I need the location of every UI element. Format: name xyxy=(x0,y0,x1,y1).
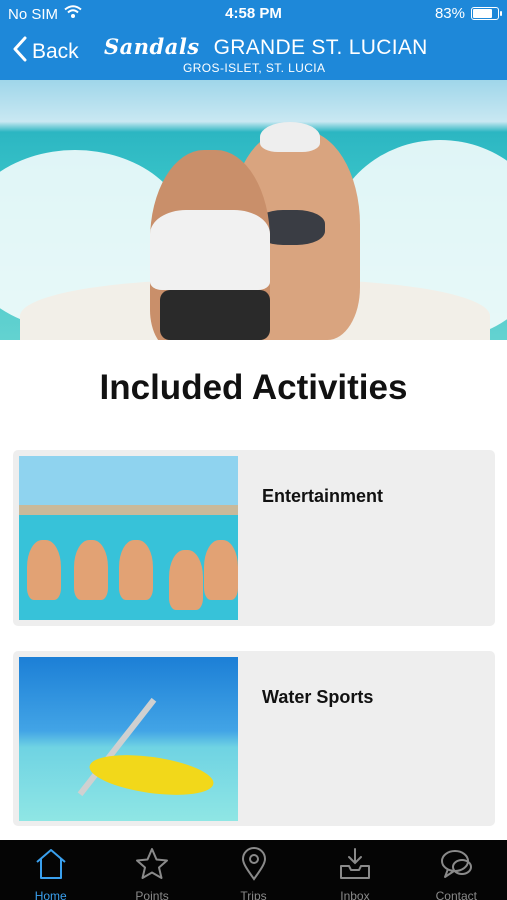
nav-bar: Back Sandals GRANDE ST. LUCIAN GROS-ISLE… xyxy=(0,28,507,80)
tab-contact[interactable]: Contact xyxy=(406,840,507,900)
tab-label: Inbox xyxy=(340,889,370,900)
battery-group: 83% xyxy=(434,5,502,22)
water-sports-image xyxy=(19,657,238,821)
tab-bar: Home Points Trips Inbox Contact xyxy=(0,840,507,900)
app-header: No SIM 4:58 PM 83% Back Sandals GRANDE S xyxy=(0,0,507,80)
hero-image xyxy=(0,80,507,340)
chevron-left-icon xyxy=(12,36,28,68)
home-icon xyxy=(33,846,69,887)
chat-bubble-icon xyxy=(438,846,474,887)
activity-card-entertainment[interactable]: Entertainment xyxy=(13,450,495,626)
tab-label: Points xyxy=(135,889,169,900)
tab-home[interactable]: Home xyxy=(0,840,101,900)
status-time: 4:58 PM xyxy=(225,5,282,22)
status-bar: No SIM 4:58 PM 83% xyxy=(0,0,507,28)
tab-inbox[interactable]: Inbox xyxy=(304,840,405,900)
star-icon xyxy=(134,846,170,887)
battery-percent: 83% xyxy=(434,5,465,22)
tab-label: Contact xyxy=(435,889,477,900)
inbox-icon xyxy=(337,846,373,887)
activity-card-water-sports[interactable]: Water Sports xyxy=(13,651,495,826)
tab-label: Trips xyxy=(240,889,267,900)
resort-name: GRANDE ST. LUCIAN xyxy=(213,36,428,59)
battery-icon xyxy=(471,7,502,20)
tab-trips[interactable]: Trips xyxy=(203,840,304,900)
brand-lockup: Sandals GRANDE ST. LUCIAN xyxy=(104,34,428,60)
entertainment-image xyxy=(19,456,238,620)
page-title: Included Activities xyxy=(99,368,408,407)
sandals-logo: Sandals xyxy=(104,34,200,59)
activity-label: Water Sports xyxy=(262,687,374,707)
back-button[interactable]: Back xyxy=(12,36,79,68)
tab-label: Home xyxy=(34,889,67,900)
resort-location: GROS-ISLET, ST. LUCIA xyxy=(183,61,326,75)
map-pin-icon xyxy=(236,846,272,887)
activity-label: Entertainment xyxy=(262,486,384,506)
tab-points[interactable]: Points xyxy=(101,840,202,900)
back-label: Back xyxy=(32,40,79,63)
